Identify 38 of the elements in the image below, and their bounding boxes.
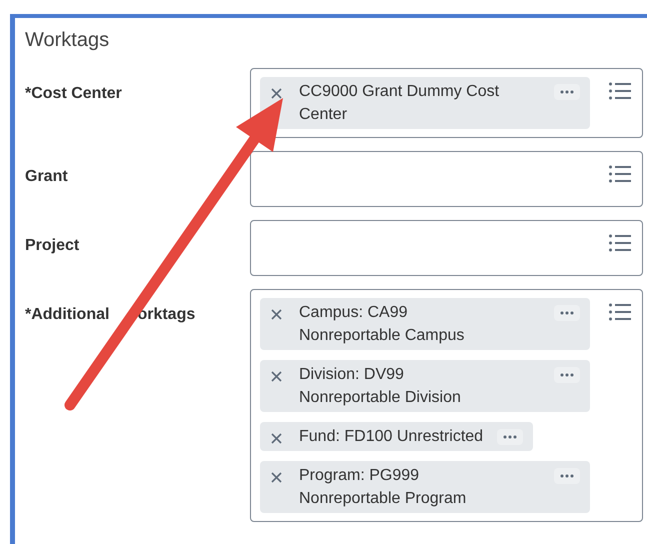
more-button[interactable]: [497, 429, 524, 445]
ellipsis-icon: [503, 435, 518, 439]
field-label: *Cost Center: [25, 85, 122, 102]
list-icon[interactable]: [608, 302, 632, 322]
worktag-text: Campus: CA99: [299, 303, 408, 323]
more-button[interactable]: [554, 305, 580, 321]
more-button[interactable]: [554, 468, 580, 484]
input-field[interactable]: [250, 220, 643, 276]
worktag-text: Division: DV99: [299, 365, 405, 385]
more-button[interactable]: [554, 84, 580, 100]
worktag-text: Nonreportable Program: [299, 489, 468, 509]
input-field[interactable]: Campus: CA99 Nonreportable Campus Division: DV99 Nonreportable Division Fund: FD100 Unrestricted Program: PG999 Nonreportable Program: [250, 289, 643, 522]
ellipsis-icon: [560, 311, 574, 315]
field-label: orktags: [137, 306, 196, 323]
ellipsis-icon: [560, 90, 574, 94]
remove-icon[interactable]: [271, 472, 282, 483]
worktag-text: Program: PG999: [299, 466, 420, 486]
input-field[interactable]: CC9000 Grant Dummy Cost Center: [250, 68, 643, 138]
remove-icon[interactable]: [271, 371, 282, 382]
worktag-text: Nonreportable Division: [299, 388, 462, 408]
list-icon[interactable]: [608, 164, 632, 184]
field-label: Project: [25, 237, 80, 254]
remove-icon[interactable]: [271, 309, 282, 320]
field-label: Grant: [25, 168, 68, 185]
section-title: Worktags: [25, 28, 110, 53]
input-field[interactable]: [250, 151, 643, 207]
field-label: *Additional: [25, 306, 110, 323]
worktag-text: Nonreportable Campus: [299, 326, 466, 346]
worktag-text: Center: [299, 105, 348, 125]
worktag-text: CC9000 Grant Dummy Cost: [299, 82, 500, 102]
worktag-text: Fund: FD100 Unrestricted: [299, 427, 484, 447]
list-icon[interactable]: [608, 81, 632, 101]
ellipsis-icon: [560, 373, 574, 377]
more-button[interactable]: [554, 367, 580, 383]
ellipsis-icon: [560, 474, 574, 478]
list-icon[interactable]: [608, 233, 632, 253]
remove-icon[interactable]: [271, 433, 282, 444]
remove-icon[interactable]: [271, 88, 282, 99]
